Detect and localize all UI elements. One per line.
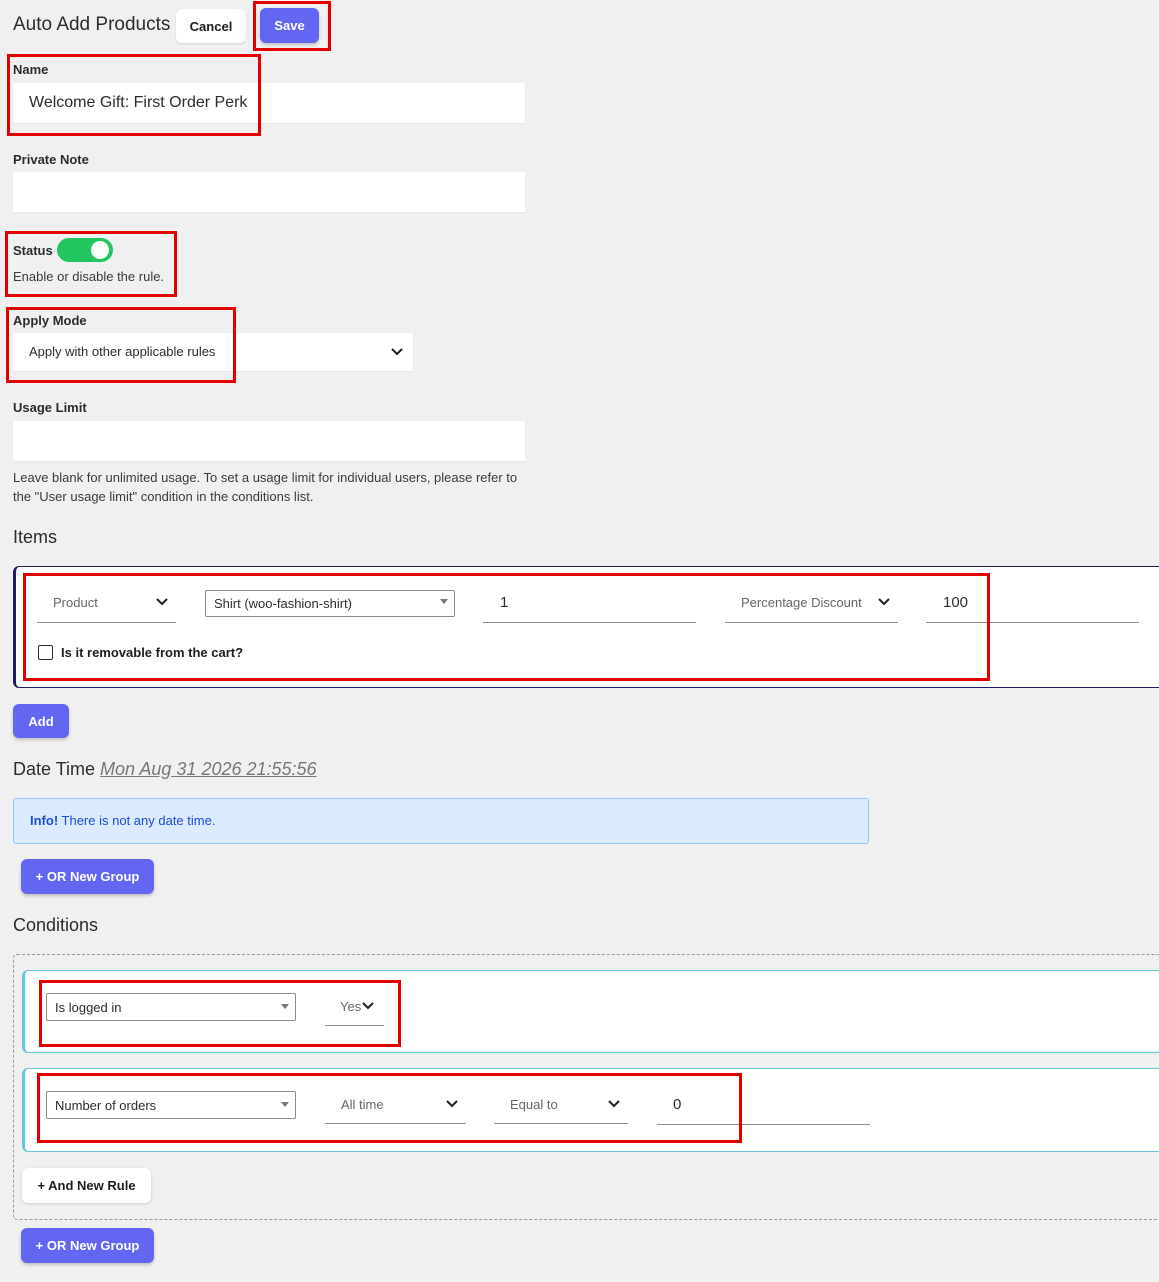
rule1-value-select[interactable]: Yes bbox=[325, 992, 384, 1026]
item-type-value: Product bbox=[53, 595, 98, 610]
info-label: Info! bbox=[30, 813, 59, 828]
product-select[interactable]: Shirt (woo-fashion-shirt) bbox=[205, 590, 455, 617]
add-item-button[interactable]: Add bbox=[13, 704, 69, 738]
discount-value-input[interactable]: 100 bbox=[926, 588, 1139, 623]
status-toggle[interactable] bbox=[57, 238, 113, 262]
product-value: Shirt (woo-fashion-shirt) bbox=[214, 596, 352, 611]
private-note-input[interactable] bbox=[13, 172, 525, 212]
rule2-value: 0 bbox=[673, 1096, 682, 1113]
rule1-value: Yes bbox=[340, 999, 362, 1014]
rule2-period-select[interactable]: All time bbox=[325, 1090, 466, 1124]
datetime-title-row: Date Time Mon Aug 31 2026 21:55:56 bbox=[13, 759, 317, 780]
rule2-period-value: All time bbox=[341, 1097, 384, 1112]
items-card bbox=[13, 566, 1159, 688]
items-title: Items bbox=[13, 527, 58, 547]
datetime-or-group-button[interactable]: + OR New Group bbox=[21, 859, 154, 894]
datetime-info-box: Info! There is not any date time. bbox=[13, 798, 869, 844]
usage-limit-help: Leave blank for unlimited usage. To set … bbox=[13, 470, 518, 504]
usage-limit-label: Usage Limit bbox=[13, 400, 87, 415]
private-note-label: Private Note bbox=[13, 152, 89, 167]
and-new-rule-button[interactable]: + And New Rule bbox=[22, 1168, 151, 1203]
apply-mode-label: Apply Mode bbox=[13, 313, 87, 328]
quantity-value: 1 bbox=[500, 594, 509, 611]
caret-down-icon bbox=[281, 1004, 289, 1009]
chevron-down-icon bbox=[156, 596, 168, 611]
rule1-field-select[interactable]: Is logged in bbox=[46, 993, 296, 1021]
item-type-select[interactable]: Product bbox=[37, 588, 176, 623]
removable-checkbox[interactable] bbox=[38, 645, 53, 660]
rule1-field-value: Is logged in bbox=[55, 1000, 122, 1015]
rule2-field-value: Number of orders bbox=[55, 1098, 157, 1113]
removable-label: Is it removable from the cart? bbox=[61, 645, 244, 660]
cancel-button[interactable]: Cancel bbox=[176, 9, 246, 43]
toggle-knob bbox=[91, 241, 109, 259]
apply-mode-value: Apply with other applicable rules bbox=[29, 344, 216, 359]
chevron-down-icon bbox=[446, 1098, 458, 1113]
page-title: Auto Add Products bbox=[13, 14, 171, 35]
rule2-value-input[interactable]: 0 bbox=[657, 1090, 870, 1125]
name-input[interactable] bbox=[13, 83, 525, 123]
discount-value: 100 bbox=[943, 594, 969, 611]
chevron-down-icon bbox=[391, 333, 403, 386]
usage-limit-input[interactable] bbox=[13, 421, 525, 461]
conditions-title: Conditions bbox=[13, 915, 99, 935]
apply-mode-select[interactable]: Apply with other applicable rules bbox=[13, 333, 413, 371]
rule2-field-select[interactable]: Number of orders bbox=[46, 1091, 296, 1119]
datetime-value-link[interactable]: Mon Aug 31 2026 21:55:56 bbox=[100, 759, 317, 779]
quantity-input[interactable]: 1 bbox=[483, 588, 696, 623]
chevron-down-icon bbox=[608, 1098, 620, 1113]
chevron-down-icon bbox=[878, 596, 890, 611]
save-button[interactable]: Save bbox=[260, 8, 319, 43]
discount-type-select[interactable]: Percentage Discount bbox=[725, 588, 898, 623]
caret-down-icon bbox=[281, 1102, 289, 1107]
datetime-title: Date Time bbox=[13, 759, 96, 779]
caret-down-icon bbox=[440, 599, 448, 604]
rule2-operator-select[interactable]: Equal to bbox=[494, 1090, 628, 1124]
conditions-or-group-button[interactable]: + OR New Group bbox=[21, 1228, 154, 1263]
chevron-down-icon bbox=[362, 1000, 374, 1015]
name-label: Name bbox=[13, 62, 49, 77]
status-help: Enable or disable the rule. bbox=[13, 269, 165, 284]
rule2-operator-value: Equal to bbox=[510, 1097, 558, 1112]
status-label: Status bbox=[13, 243, 53, 258]
info-text: There is not any date time. bbox=[58, 813, 216, 828]
discount-type-value: Percentage Discount bbox=[741, 595, 862, 610]
